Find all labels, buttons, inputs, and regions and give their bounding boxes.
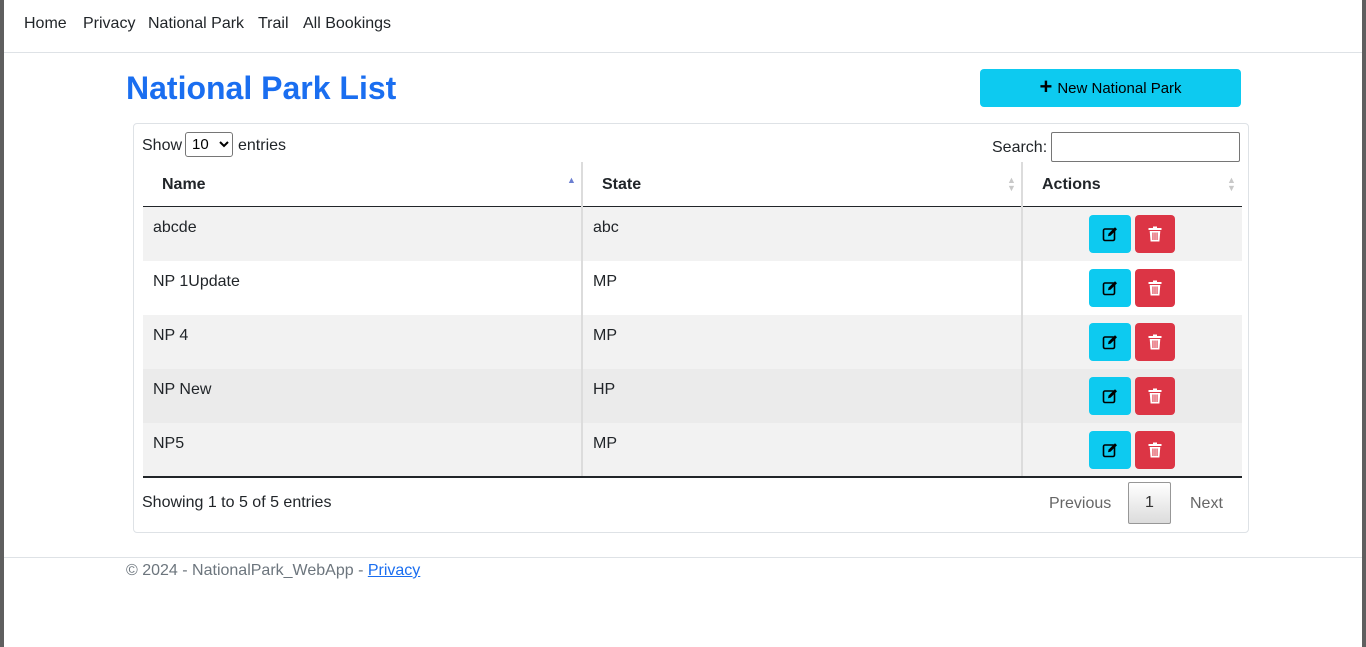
table-info: Showing 1 to 5 of 5 entries xyxy=(142,494,332,511)
sort-both-icon: ▲ ▼ xyxy=(1007,175,1016,193)
footer: © 2024 - NationalPark_WebApp - Privacy xyxy=(126,562,420,580)
search-label: Search: xyxy=(992,139,1048,156)
new-national-park-label: New National Park xyxy=(1057,79,1182,97)
edit-button[interactable] xyxy=(1089,431,1131,469)
column-header-state-label: State xyxy=(602,176,642,193)
cell-name: NP New xyxy=(153,381,212,398)
column-divider xyxy=(1021,162,1023,477)
column-divider xyxy=(581,162,583,477)
plus-icon: + xyxy=(1039,74,1053,99)
column-header-name[interactable]: Name xyxy=(143,162,581,207)
new-national-park-button[interactable]: + New National Park xyxy=(980,69,1241,107)
table-row: NP 4 MP xyxy=(143,315,1242,369)
delete-button[interactable] xyxy=(1135,431,1175,469)
column-header-name-label: Name xyxy=(162,176,206,193)
page-title: National Park List xyxy=(126,70,397,106)
table-bottom-border xyxy=(143,476,1242,478)
delete-button[interactable] xyxy=(1135,269,1175,307)
search-input[interactable] xyxy=(1051,132,1240,162)
edit-icon xyxy=(1102,443,1117,458)
table-row: NP 1Update MP xyxy=(143,261,1242,315)
nav-trail[interactable]: Trail xyxy=(258,15,289,33)
trash-icon xyxy=(1148,280,1162,296)
nav-national-park[interactable]: National Park xyxy=(148,15,244,33)
edit-icon xyxy=(1102,227,1117,242)
column-header-state[interactable]: State xyxy=(583,162,1021,207)
pagination-previous[interactable]: Previous xyxy=(1049,495,1111,513)
nav-privacy[interactable]: Privacy xyxy=(83,15,135,33)
edit-icon xyxy=(1102,389,1117,404)
nav-home[interactable]: Home xyxy=(24,15,67,33)
footer-divider xyxy=(4,557,1362,558)
cell-state: MP xyxy=(593,435,617,452)
edit-icon xyxy=(1102,335,1117,350)
edit-button[interactable] xyxy=(1089,215,1131,253)
delete-button[interactable] xyxy=(1135,215,1175,253)
delete-button[interactable] xyxy=(1135,377,1175,415)
column-header-actions-label: Actions xyxy=(1042,176,1101,193)
entries-label: entries xyxy=(238,137,287,154)
edit-button[interactable] xyxy=(1089,323,1131,361)
show-label: Show xyxy=(142,137,183,154)
cell-name: NP5 xyxy=(153,435,185,452)
trash-icon xyxy=(1148,388,1162,404)
sort-both-icon: ▲ ▼ xyxy=(1227,175,1236,193)
trash-icon xyxy=(1148,442,1162,458)
table-row: NP New HP xyxy=(143,369,1242,423)
cell-state: abc xyxy=(593,219,619,236)
footer-copyright: © 2024 - NationalPark_WebApp - xyxy=(126,562,368,579)
cell-name: NP 1Update xyxy=(153,273,240,290)
pagination-page-label: 1 xyxy=(1145,494,1154,511)
trash-icon xyxy=(1148,226,1162,242)
edit-button[interactable] xyxy=(1089,269,1131,307)
top-navbar: Home Privacy National Park Trail All Boo… xyxy=(4,0,1362,53)
delete-button[interactable] xyxy=(1135,323,1175,361)
cell-state: MP xyxy=(593,273,617,290)
trash-icon xyxy=(1148,334,1162,350)
table-row: NP5 MP xyxy=(143,423,1242,477)
edit-icon xyxy=(1102,281,1117,296)
pagination-next[interactable]: Next xyxy=(1190,495,1223,513)
pagination-page-1[interactable]: 1 xyxy=(1128,482,1171,524)
footer-privacy-link[interactable]: Privacy xyxy=(368,562,420,579)
cell-name: abcde xyxy=(153,219,197,236)
column-header-actions[interactable]: Actions xyxy=(1023,162,1242,207)
cell-name: NP 4 xyxy=(153,327,189,344)
page-length-select[interactable]: 10 25 50 100 xyxy=(185,132,233,157)
cell-state: MP xyxy=(593,327,617,344)
nav-all-bookings[interactable]: All Bookings xyxy=(303,15,391,33)
table-row: abcde abc xyxy=(143,207,1242,261)
sort-asc-icon: ▲ xyxy=(567,175,576,185)
edit-button[interactable] xyxy=(1089,377,1131,415)
cell-state: HP xyxy=(593,381,616,398)
